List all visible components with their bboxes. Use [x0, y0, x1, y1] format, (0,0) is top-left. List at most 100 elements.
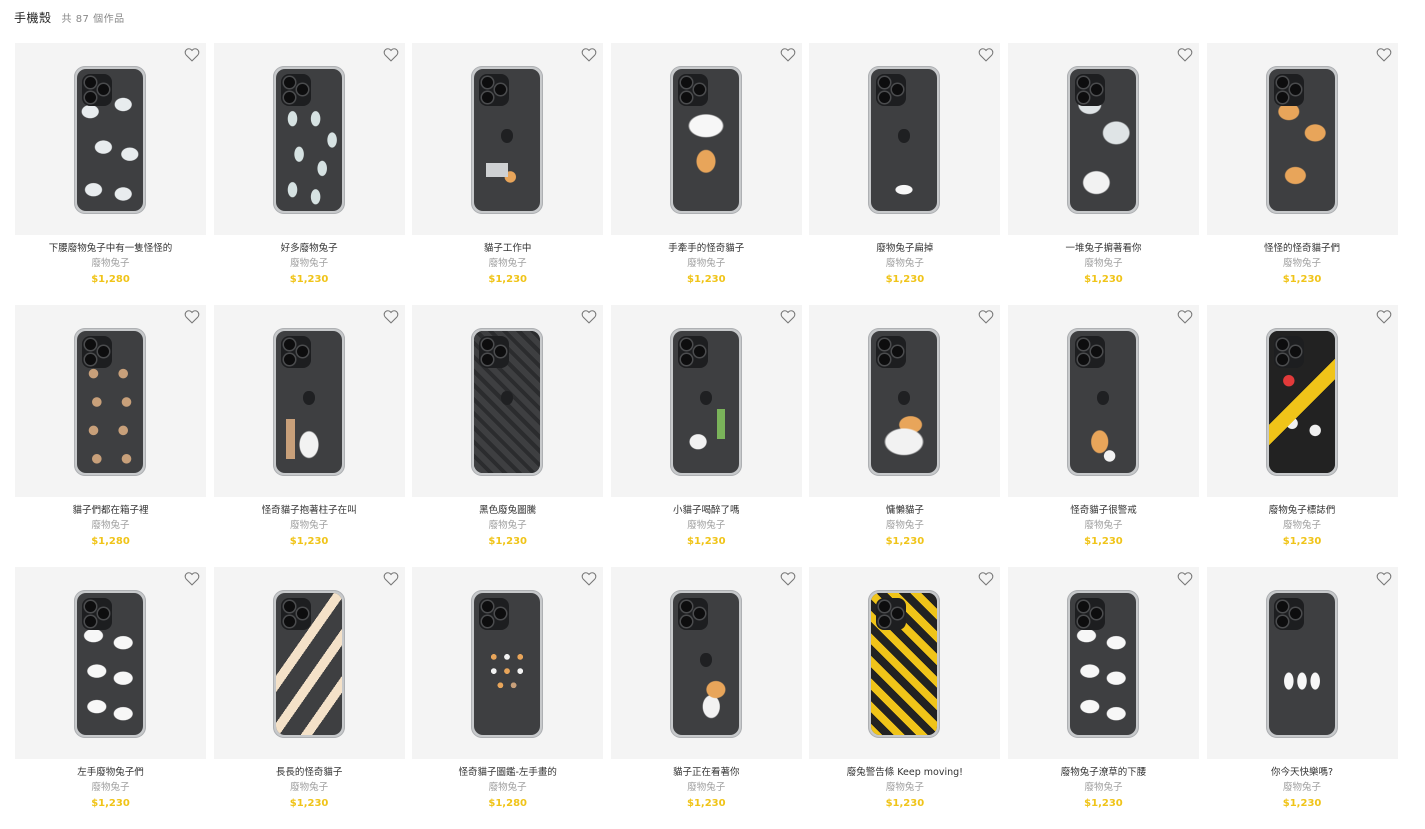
product-card[interactable]: 你今天快樂嗎? 廢物兔子 $1,230	[1206, 567, 1398, 829]
heart-icon[interactable]	[978, 309, 994, 324]
product-author[interactable]: 廢物兔子	[214, 518, 405, 533]
heart-icon[interactable]	[581, 571, 597, 586]
product-card[interactable]: 廢物兔子扁掉 廢物兔子 $1,230	[809, 43, 1001, 305]
product-thumbnail[interactable]	[1007, 43, 1199, 235]
heart-icon[interactable]	[383, 309, 399, 324]
product-name[interactable]: 下腰廢物兔子中有一隻怪怪的	[15, 241, 206, 256]
heart-icon[interactable]	[1376, 309, 1392, 324]
heart-icon[interactable]	[1177, 309, 1193, 324]
product-name[interactable]: 黑色廢兔圖騰	[412, 503, 603, 518]
product-thumbnail[interactable]	[15, 305, 206, 497]
heart-icon[interactable]	[581, 309, 597, 324]
product-card[interactable]: 廢物兔子標誌們 廢物兔子 $1,230	[1206, 305, 1398, 567]
product-card[interactable]: 黑色廢兔圖騰 廢物兔子 $1,230	[412, 305, 604, 567]
product-thumbnail[interactable]	[1007, 567, 1199, 759]
product-author[interactable]: 廢物兔子	[1207, 780, 1398, 795]
heart-icon[interactable]	[383, 47, 399, 62]
product-name[interactable]: 長長的怪奇貓子	[214, 765, 405, 780]
product-card[interactable]: 廢兔警告條 Keep moving! 廢物兔子 $1,230	[809, 567, 1001, 829]
heart-icon[interactable]	[780, 571, 796, 586]
product-author[interactable]: 廢物兔子	[1008, 780, 1199, 795]
product-thumbnail[interactable]	[1206, 567, 1398, 759]
product-card[interactable]: 怪奇貓子抱著柱子在叫 廢物兔子 $1,230	[213, 305, 405, 567]
heart-icon[interactable]	[1177, 47, 1193, 62]
product-author[interactable]: 廢物兔子	[611, 518, 802, 533]
product-thumbnail[interactable]	[1206, 305, 1398, 497]
product-thumbnail[interactable]	[412, 567, 604, 759]
heart-icon[interactable]	[184, 309, 200, 324]
product-author[interactable]: 廢物兔子	[1207, 518, 1398, 533]
product-thumbnail[interactable]	[15, 43, 206, 235]
product-author[interactable]: 廢物兔子	[1008, 256, 1199, 271]
heart-icon[interactable]	[184, 571, 200, 586]
product-thumbnail[interactable]	[213, 567, 405, 759]
product-name[interactable]: 慵懶貓子	[809, 503, 1000, 518]
product-name[interactable]: 怪怪的怪奇貓子們	[1207, 241, 1398, 256]
product-thumbnail[interactable]	[213, 43, 405, 235]
product-name[interactable]: 貓子正在看著你	[611, 765, 802, 780]
heart-icon[interactable]	[1376, 571, 1392, 586]
product-author[interactable]: 廢物兔子	[15, 518, 206, 533]
product-thumbnail[interactable]	[809, 567, 1001, 759]
product-card[interactable]: 貓子們都在箱子裡 廢物兔子 $1,280	[15, 305, 206, 567]
product-thumbnail[interactable]	[412, 43, 604, 235]
product-name[interactable]: 怪奇貓子圖鑑-左手畫的	[412, 765, 603, 780]
product-author[interactable]: 廢物兔子	[412, 518, 603, 533]
product-name[interactable]: 左手廢物兔子們	[15, 765, 206, 780]
product-name[interactable]: 一堆兔子掮著看你	[1008, 241, 1199, 256]
product-thumbnail[interactable]	[809, 305, 1001, 497]
heart-icon[interactable]	[978, 571, 994, 586]
product-card[interactable]: 廢物兔子潦草的下腰 廢物兔子 $1,230	[1007, 567, 1199, 829]
heart-icon[interactable]	[978, 47, 994, 62]
product-card[interactable]: 怪奇貓子很警戒 廢物兔子 $1,230	[1007, 305, 1199, 567]
product-name[interactable]: 廢物兔子扁掉	[809, 241, 1000, 256]
product-card[interactable]: 小貓子喝醉了嗎 廢物兔子 $1,230	[610, 305, 802, 567]
product-name[interactable]: 手牽手的怪奇貓子	[611, 241, 802, 256]
product-card[interactable]: 下腰廢物兔子中有一隻怪怪的 廢物兔子 $1,280	[15, 43, 206, 305]
product-thumbnail[interactable]	[15, 567, 206, 759]
product-name[interactable]: 廢物兔子標誌們	[1207, 503, 1398, 518]
product-thumbnail[interactable]	[412, 305, 604, 497]
product-author[interactable]: 廢物兔子	[809, 780, 1000, 795]
product-author[interactable]: 廢物兔子	[214, 256, 405, 271]
product-card[interactable]: 手牽手的怪奇貓子 廢物兔子 $1,230	[610, 43, 802, 305]
product-name[interactable]: 貓子工作中	[412, 241, 603, 256]
product-name[interactable]: 好多廢物兔子	[214, 241, 405, 256]
product-thumbnail[interactable]	[1206, 43, 1398, 235]
product-author[interactable]: 廢物兔子	[1207, 256, 1398, 271]
product-thumbnail[interactable]	[610, 305, 802, 497]
product-thumbnail[interactable]	[610, 567, 802, 759]
product-card[interactable]: 長長的怪奇貓子 廢物兔子 $1,230	[213, 567, 405, 829]
product-name[interactable]: 小貓子喝醉了嗎	[611, 503, 802, 518]
heart-icon[interactable]	[383, 571, 399, 586]
product-author[interactable]: 廢物兔子	[412, 256, 603, 271]
product-thumbnail[interactable]	[213, 305, 405, 497]
heart-icon[interactable]	[780, 309, 796, 324]
product-author[interactable]: 廢物兔子	[611, 256, 802, 271]
product-author[interactable]: 廢物兔子	[611, 780, 802, 795]
product-thumbnail[interactable]	[610, 43, 802, 235]
product-author[interactable]: 廢物兔子	[809, 256, 1000, 271]
product-name[interactable]: 廢物兔子潦草的下腰	[1008, 765, 1199, 780]
product-author[interactable]: 廢物兔子	[1008, 518, 1199, 533]
product-name[interactable]: 貓子們都在箱子裡	[15, 503, 206, 518]
product-name[interactable]: 你今天快樂嗎?	[1207, 765, 1398, 780]
product-card[interactable]: 怪奇貓子圖鑑-左手畫的 廢物兔子 $1,280	[412, 567, 604, 829]
product-author[interactable]: 廢物兔子	[809, 518, 1000, 533]
heart-icon[interactable]	[1376, 47, 1392, 62]
product-name[interactable]: 怪奇貓子抱著柱子在叫	[214, 503, 405, 518]
product-author[interactable]: 廢物兔子	[15, 256, 206, 271]
product-thumbnail[interactable]	[1007, 305, 1199, 497]
heart-icon[interactable]	[581, 47, 597, 62]
product-card[interactable]: 怪怪的怪奇貓子們 廢物兔子 $1,230	[1206, 43, 1398, 305]
product-card[interactable]: 好多廢物兔子 廢物兔子 $1,230	[213, 43, 405, 305]
product-card[interactable]: 左手廢物兔子們 廢物兔子 $1,230	[15, 567, 206, 829]
product-card[interactable]: 慵懶貓子 廢物兔子 $1,230	[809, 305, 1001, 567]
product-card[interactable]: 一堆兔子掮著看你 廢物兔子 $1,230	[1007, 43, 1199, 305]
heart-icon[interactable]	[184, 47, 200, 62]
product-author[interactable]: 廢物兔子	[412, 780, 603, 795]
product-author[interactable]: 廢物兔子	[214, 780, 405, 795]
heart-icon[interactable]	[780, 47, 796, 62]
product-author[interactable]: 廢物兔子	[15, 780, 206, 795]
product-name[interactable]: 廢兔警告條 Keep moving!	[809, 765, 1000, 780]
